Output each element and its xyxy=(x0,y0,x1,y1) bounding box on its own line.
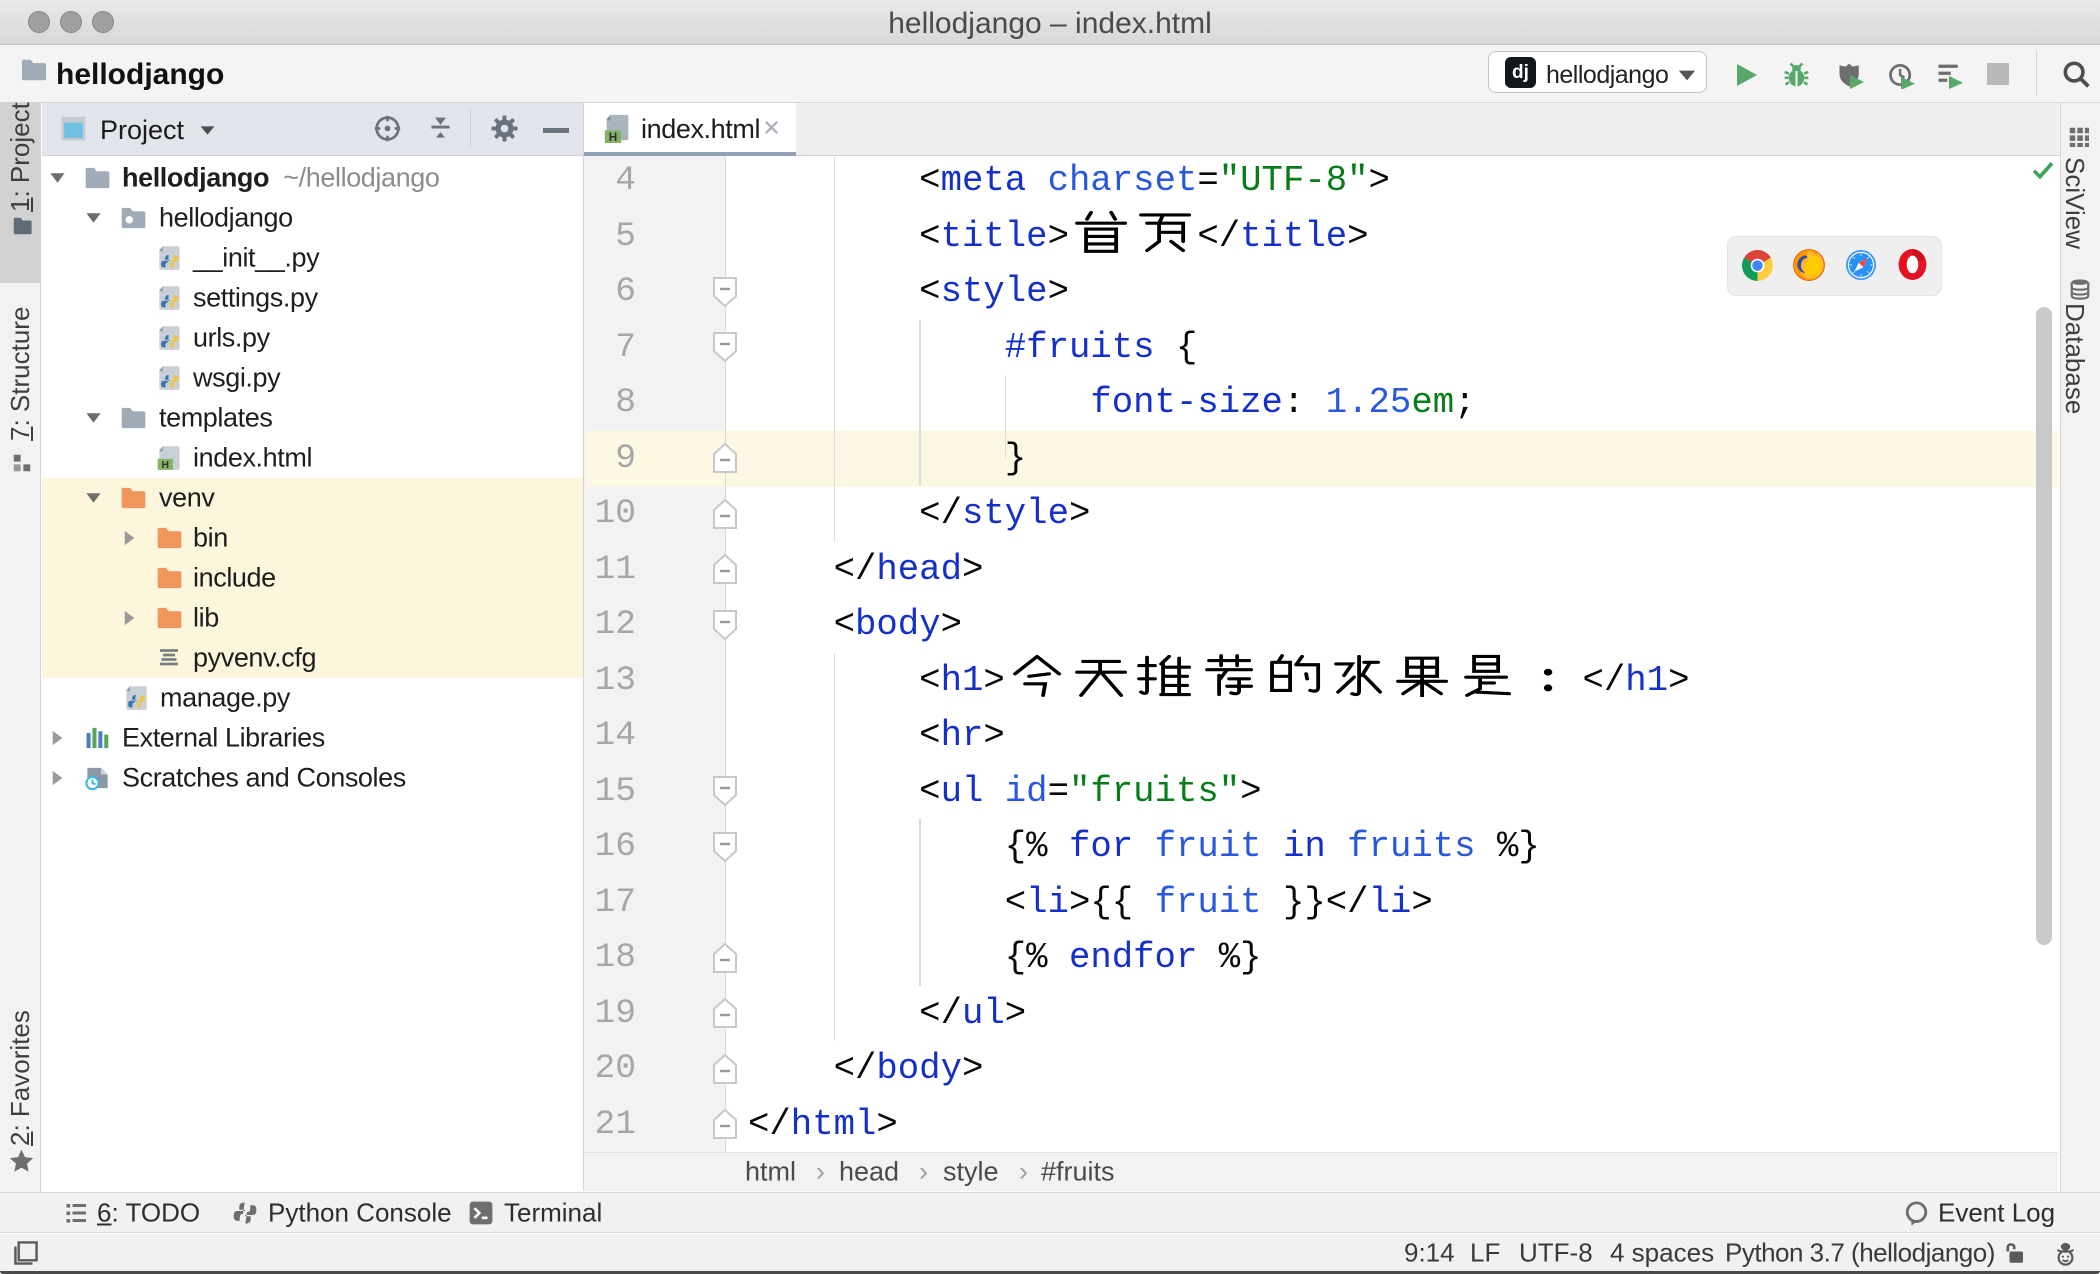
svg-text:H: H xyxy=(162,460,169,471)
svg-text:H: H xyxy=(609,131,618,144)
